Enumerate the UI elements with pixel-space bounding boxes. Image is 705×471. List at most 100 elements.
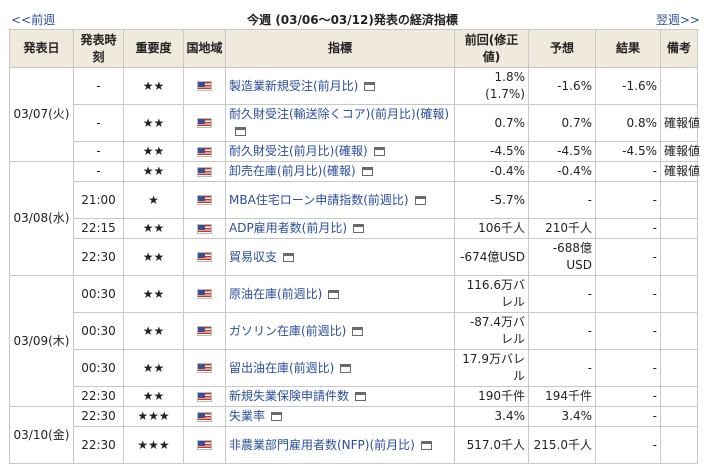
region-cell bbox=[183, 141, 226, 162]
previous-cell: -674億USD bbox=[454, 238, 529, 276]
previous-revised-value: (1.7%) bbox=[485, 87, 525, 101]
forecast-cell: -688億USD bbox=[528, 238, 596, 276]
indicator-link[interactable]: 貿易収支 bbox=[229, 250, 277, 264]
previous-value: 1.8% bbox=[494, 70, 526, 84]
window-icon[interactable] bbox=[414, 195, 426, 205]
page-title: 今週 (03/06〜03/12)発表の経済指標 bbox=[247, 13, 458, 27]
region-cell bbox=[183, 161, 226, 182]
previous-cell: 0.7% bbox=[454, 104, 529, 142]
time-cell: 00:30 bbox=[73, 275, 124, 313]
result-cell: - bbox=[595, 238, 661, 276]
region-cell bbox=[183, 218, 226, 239]
note-cell bbox=[660, 426, 698, 464]
indicator-link[interactable]: 耐久財受注(輸送除くコア)(前月比)(確報) bbox=[229, 107, 449, 121]
indicator-link[interactable]: 製造業新規受注(前月比) bbox=[229, 79, 358, 93]
indicator-link[interactable]: 非農業部門雇用者数(NFP)(前月比) bbox=[229, 438, 415, 452]
us-flag-icon bbox=[197, 223, 212, 234]
region-cell bbox=[183, 181, 226, 219]
note-cell: 確報値 bbox=[660, 141, 700, 162]
importance-stars: ★★ bbox=[123, 386, 184, 407]
column-header-importance: 重要度 bbox=[123, 29, 184, 68]
window-icon[interactable] bbox=[283, 252, 295, 262]
previous-cell: 1.8% (1.7%) bbox=[454, 67, 529, 105]
result-cell: - bbox=[595, 426, 661, 464]
window-icon[interactable] bbox=[420, 440, 432, 450]
column-header-indicator: 指標 bbox=[225, 29, 455, 68]
forecast-cell: 210千人 bbox=[528, 218, 596, 239]
forecast-cell: -0.4% bbox=[528, 161, 596, 182]
indicator-link[interactable]: 耐久財受注(前月比)(確報) bbox=[229, 144, 368, 158]
column-header-region: 国地域 bbox=[183, 29, 226, 68]
window-icon[interactable] bbox=[271, 412, 283, 421]
note-cell bbox=[660, 386, 698, 407]
result-cell: - bbox=[595, 349, 661, 387]
window-icon[interactable] bbox=[353, 224, 365, 233]
next-week-link[interactable]: 翌週>> bbox=[656, 11, 700, 28]
indicator-cell: ガソリン在庫(前週比) bbox=[225, 312, 455, 350]
table-row: 00:30 ★★ ガソリン在庫(前週比) -87.4万バレル - - bbox=[10, 312, 698, 350]
calendar-header: <<前週 今週 (03/06〜03/12)発表の経済指標 翌週>> bbox=[0, 0, 705, 28]
us-flag-icon bbox=[197, 118, 212, 128]
date-cell: 03/08(水) bbox=[9, 161, 74, 276]
us-flag-icon bbox=[197, 252, 212, 262]
indicator-cell: MBA住宅ローン申請指数(前週比) bbox=[225, 181, 455, 219]
window-icon[interactable] bbox=[361, 167, 373, 176]
region-cell bbox=[183, 238, 226, 276]
region-cell bbox=[183, 312, 226, 350]
importance-stars: ★★ bbox=[123, 141, 184, 162]
window-icon[interactable] bbox=[352, 326, 364, 336]
note-cell: 確報値 bbox=[660, 161, 700, 182]
window-icon[interactable] bbox=[235, 127, 246, 136]
us-flag-icon bbox=[197, 391, 212, 402]
importance-stars: ★★★ bbox=[123, 426, 184, 464]
result-cell: 0.8% bbox=[595, 104, 661, 142]
importance-stars: ★★ bbox=[123, 312, 184, 350]
importance-stars: ★★ bbox=[123, 104, 184, 142]
window-icon[interactable] bbox=[340, 363, 352, 373]
indicator-link[interactable]: MBA住宅ローン申請指数(前週比) bbox=[229, 193, 409, 207]
region-cell bbox=[183, 349, 226, 387]
indicator-cell: ADP雇用者数(前月比) bbox=[225, 218, 455, 239]
indicator-link[interactable]: ADP雇用者数(前月比) bbox=[229, 221, 347, 235]
indicator-cell: 新規失業保険申請件数 bbox=[225, 386, 455, 407]
time-cell: 21:00 bbox=[73, 181, 124, 219]
window-icon[interactable] bbox=[364, 81, 376, 91]
time-cell: 22:30 bbox=[73, 386, 124, 407]
window-icon[interactable] bbox=[328, 289, 340, 299]
table-header-row: 発表日 発表時刻 重要度 国地域 指標 前回(修正値) 予想 結果 備考 bbox=[9, 29, 698, 68]
note-cell bbox=[660, 67, 698, 105]
forecast-cell: - bbox=[528, 349, 596, 387]
indicator-link[interactable]: 卸売在庫(前月比)(確報) bbox=[229, 164, 356, 178]
column-header-note: 備考 bbox=[660, 29, 698, 68]
result-cell: - bbox=[595, 275, 661, 313]
indicator-link[interactable]: ガソリン在庫(前週比) bbox=[229, 324, 346, 338]
window-icon[interactable] bbox=[373, 147, 385, 156]
table-row: 22:30 ★★ 貿易収支 -674億USD -688億USD - bbox=[10, 238, 698, 276]
region-cell bbox=[183, 406, 226, 427]
time-cell: 22:30 bbox=[73, 426, 124, 464]
column-header-forecast: 予想 bbox=[528, 29, 596, 68]
table-row: 22:30 ★★★ 非農業部門雇用者数(NFP)(前月比) 517.0千人 21… bbox=[10, 426, 698, 464]
table-row: 03/10(金) 22:30 ★★★ 失業率 3.4% 3.4% - bbox=[9, 406, 698, 464]
result-cell: - bbox=[595, 161, 661, 182]
result-cell: - bbox=[595, 312, 661, 350]
column-header-previous: 前回(修正値) bbox=[454, 29, 529, 68]
time-cell: 22:30 bbox=[73, 238, 124, 276]
indicator-link[interactable]: 原油在庫(前週比) bbox=[229, 287, 322, 301]
importance-stars: ★★ bbox=[123, 238, 184, 276]
window-icon[interactable] bbox=[355, 392, 367, 401]
table-row: - ★★ 耐久財受注(輸送除くコア)(前月比)(確報) 0.7% 0.7% 0.… bbox=[10, 104, 700, 142]
importance-stars: ★ bbox=[123, 181, 184, 219]
indicator-link[interactable]: 新規失業保険申請件数 bbox=[229, 389, 349, 403]
forecast-cell: 3.4% bbox=[528, 406, 596, 427]
indicator-cell: 耐久財受注(前月比)(確報) bbox=[225, 141, 455, 162]
indicator-link[interactable]: 失業率 bbox=[229, 409, 265, 423]
forecast-cell: 215.0千人 bbox=[528, 426, 596, 464]
previous-cell: 3.4% bbox=[454, 406, 529, 427]
indicator-link[interactable]: 留出油在庫(前週比) bbox=[229, 361, 334, 375]
forecast-cell: -4.5% bbox=[528, 141, 596, 162]
previous-cell: -0.4% bbox=[454, 161, 529, 182]
forecast-cell: 194千件 bbox=[528, 386, 596, 407]
result-cell: -1.6% bbox=[595, 67, 661, 105]
table-row: 21:00 ★ MBA住宅ローン申請指数(前週比) -5.7% - - bbox=[10, 181, 698, 219]
